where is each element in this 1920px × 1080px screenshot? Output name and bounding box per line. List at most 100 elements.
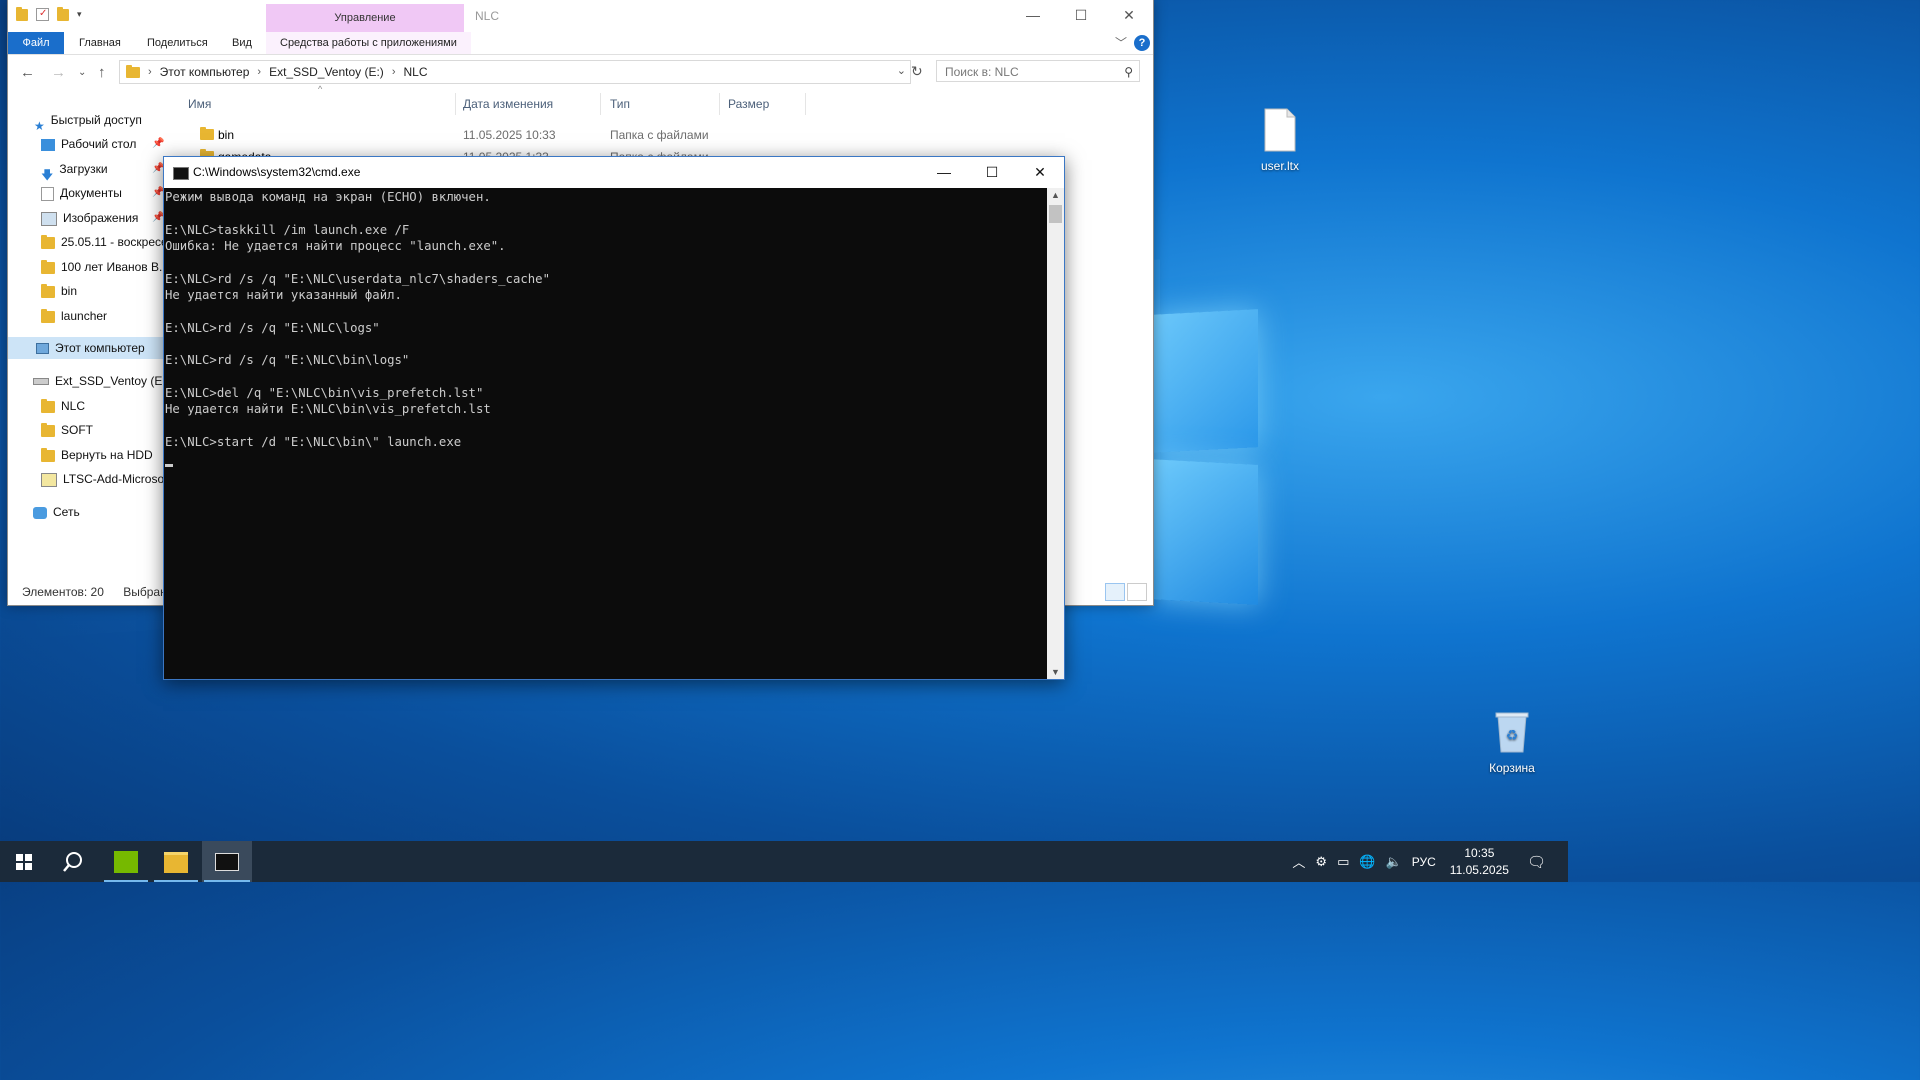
breadcrumb-this-pc[interactable]: Этот компьютер [160, 65, 250, 79]
forward-arrow-icon[interactable]: → [51, 64, 66, 81]
back-arrow-icon[interactable]: ← [20, 64, 35, 81]
properties-icon[interactable]: ✓ [36, 8, 49, 21]
nav-item-file[interactable]: LTSC-Add-MicrosoftStore [41, 468, 168, 490]
nav-item-folder[interactable]: launcher [41, 305, 107, 327]
maximize-button[interactable]: ☐ [1057, 0, 1105, 30]
contextual-group-manage[interactable]: Управление [266, 4, 464, 32]
column-type[interactable]: Тип [602, 93, 720, 115]
chevron-down-icon[interactable]: ▾ [77, 9, 82, 20]
desktop-icon-label: Корзина [1489, 761, 1535, 775]
tab-view[interactable]: Вид [232, 32, 252, 54]
column-name[interactable]: Имя [180, 93, 456, 115]
breadcrumb-drive[interactable]: Ext_SSD_Ventoy (E:) [269, 65, 384, 79]
nav-item-folder[interactable]: Вернуть на HDD [41, 444, 153, 466]
search-button[interactable] [49, 841, 97, 882]
ribbon-tabs: Файл Главная Поделиться Вид Средства раб… [8, 32, 1153, 55]
volume-icon[interactable]: 🔈 [1386, 854, 1402, 870]
close-button[interactable]: ✕ [1016, 157, 1064, 188]
new-folder-icon[interactable] [57, 6, 69, 21]
folder-icon [41, 447, 55, 462]
file-date: 11.05.2025 10:33 [463, 128, 556, 142]
folder-icon[interactable] [16, 6, 28, 21]
steam-icon[interactable]: ⚙ [1315, 854, 1327, 870]
nav-item-folder[interactable]: bin [41, 280, 77, 302]
taskbar-cmd[interactable] [202, 841, 252, 882]
desktop-icon-user-ltx[interactable]: user.ltx [1240, 108, 1320, 173]
taskbar: ︿ ⚙ ▭ 🌐 🔈 РУС 10:35 11.05.2025 🗨 [0, 841, 1568, 882]
search-icon: ⚲ [1124, 65, 1133, 79]
nav-label: Сеть [53, 505, 80, 519]
nav-item-desktop[interactable]: Рабочий стол [41, 133, 136, 155]
minimize-button[interactable]: — [920, 157, 968, 188]
help-icon[interactable]: ? [1134, 35, 1150, 51]
address-dropdown-icon[interactable]: ⌄ [897, 64, 906, 77]
console-line: Режим вывода команд на экран (ECHO) вклю… [165, 190, 491, 204]
up-arrow-icon[interactable]: ↑ [98, 64, 106, 81]
breadcrumb-folder[interactable]: NLC [403, 65, 427, 79]
nav-item-folder[interactable]: NLC [41, 395, 85, 417]
console-line: Не удается найти E:\NLC\bin\vis_prefetch… [165, 402, 491, 417]
tab-app-tools[interactable]: Средства работы с приложениями [266, 32, 471, 54]
folder-icon [41, 398, 55, 413]
chevron-right-icon[interactable]: › [257, 66, 261, 78]
close-button[interactable]: ✕ [1105, 0, 1153, 30]
nav-item-downloads[interactable]: 🡇 Загрузки [41, 158, 108, 182]
pictures-icon [41, 211, 57, 226]
nav-item-folder[interactable]: 25.05.11 - воскресенье [41, 231, 168, 253]
scroll-down-icon[interactable]: ▼ [1047, 667, 1064, 677]
cmd-window: C:\Windows\system32\cmd.exe — ☐ ✕ Режим … [163, 156, 1065, 680]
folder-icon [126, 64, 140, 78]
language-indicator[interactable]: РУС [1412, 855, 1436, 869]
battery-icon[interactable]: ▭ [1337, 854, 1349, 870]
nav-network[interactable]: Сеть [33, 501, 80, 523]
start-button[interactable] [0, 841, 48, 882]
recent-locations-chevron-icon[interactable]: ⌄ [78, 67, 86, 78]
clock-time: 10:35 [1464, 845, 1495, 860]
notifications-icon[interactable]: 🗨 [1527, 853, 1546, 871]
network-globe-icon[interactable]: 🌐 [1359, 854, 1375, 870]
network-icon [33, 506, 47, 519]
chevron-up-icon[interactable]: ︿ [1292, 852, 1305, 871]
taskbar-nvidia[interactable] [102, 841, 150, 882]
folder-icon [41, 234, 55, 249]
console-line: E:\NLC>rd /s /q "E:\NLC\logs" [165, 320, 380, 335]
nav-quick-access[interactable]: ★ Быстрый доступ [34, 109, 142, 133]
nav-item-folder[interactable]: 100 лет Иванов В. [41, 256, 162, 278]
minimize-button[interactable]: — [1009, 0, 1057, 30]
address-bar-row: ← → ⌄ ↑ › Этот компьютер › Ext_SSD_Vento… [8, 60, 1153, 86]
folder-icon [41, 422, 55, 437]
nav-this-pc[interactable]: Этот компьютер [8, 337, 168, 359]
console-line: Ошибка: Не удается найти процесс "launch… [165, 239, 506, 254]
tab-home[interactable]: Главная [79, 32, 121, 54]
taskbar-file-explorer[interactable] [152, 841, 200, 882]
search-input[interactable]: Поиск в: NLC ⚲ [936, 60, 1140, 82]
search-placeholder: Поиск в: NLC [945, 65, 1019, 79]
address-field[interactable]: › Этот компьютер › Ext_SSD_Ventoy (E:) ›… [119, 60, 911, 84]
nav-item-folder[interactable]: SOFT [41, 419, 93, 441]
console-line: E:\NLC>del /q "E:\NLC\bin\vis_prefetch.l… [165, 386, 484, 401]
tab-share[interactable]: Поделиться [147, 32, 208, 54]
chevron-right-icon[interactable]: › [392, 66, 396, 78]
desktop-icon-recycle-bin[interactable]: ♻ Корзина [1472, 710, 1552, 775]
tab-file[interactable]: Файл [8, 32, 64, 54]
vertical-scrollbar[interactable]: ▲ ▼ [1047, 188, 1064, 679]
refresh-icon[interactable]: ↻ [911, 63, 923, 80]
details-view-icon[interactable] [1105, 583, 1125, 601]
column-size[interactable]: Размер [720, 93, 806, 115]
nav-item-pictures[interactable]: Изображения [41, 207, 138, 229]
chevron-right-icon[interactable]: › [148, 66, 152, 78]
nav-drive[interactable]: Ext_SSD_Ventoy (E:) [33, 370, 168, 392]
clock[interactable]: 10:35 11.05.2025 [1450, 845, 1509, 879]
scroll-up-icon[interactable]: ▲ [1047, 190, 1064, 200]
console-output[interactable]: Режим вывода команд на экран (ECHO) вклю… [164, 188, 1047, 679]
large-icons-view-icon[interactable] [1127, 583, 1147, 601]
expand-ribbon-icon[interactable]: ﹀ [1115, 34, 1127, 51]
maximize-button[interactable]: ☐ [968, 157, 1016, 188]
scroll-thumb[interactable] [1049, 205, 1062, 223]
nav-item-documents[interactable]: Документы [41, 182, 122, 204]
column-date-modified[interactable]: Дата изменения [455, 93, 601, 115]
